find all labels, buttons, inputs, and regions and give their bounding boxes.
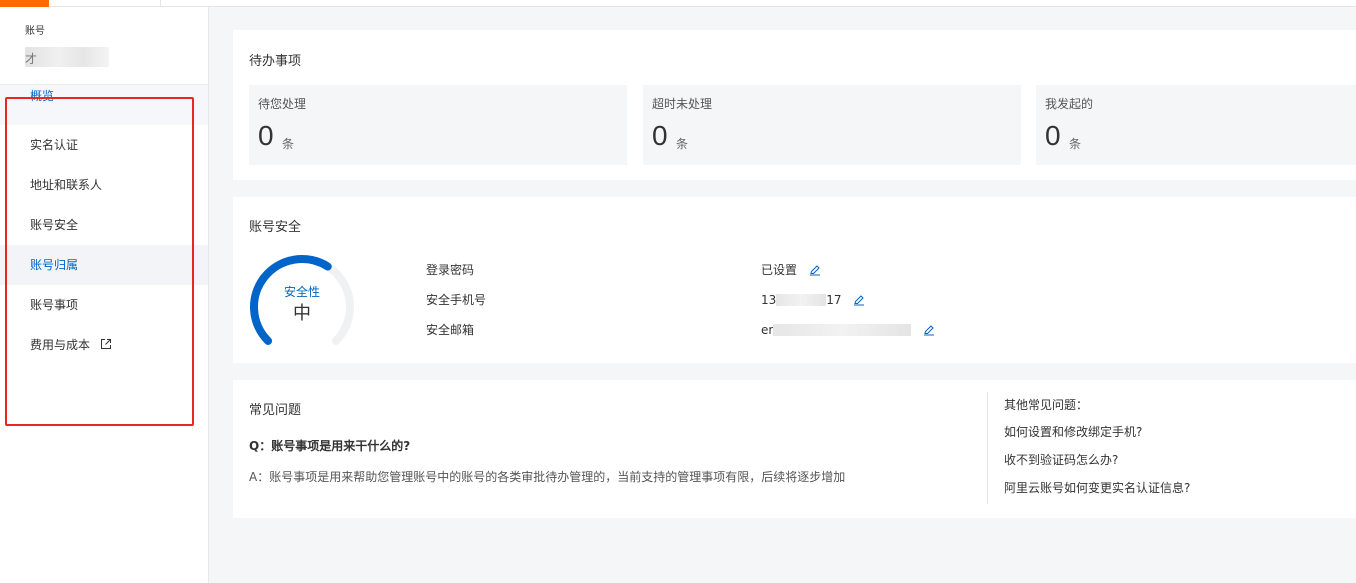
external-link-icon bbox=[100, 339, 111, 349]
stat-label: 待您处理 bbox=[258, 97, 307, 111]
sidebar-item-label: 账号归属 bbox=[30, 258, 79, 272]
email-value-start: er bbox=[761, 323, 774, 337]
sidebar-item-label: 实名认证 bbox=[30, 138, 79, 152]
sidebar-item-label: 概览 bbox=[30, 89, 55, 103]
stat-initiated[interactable]: 我发起的 0 条 bbox=[1036, 85, 1356, 165]
gauge-label: 安全性 bbox=[283, 285, 320, 299]
phone-value-end: 17 bbox=[826, 293, 842, 307]
faq-card: 常见问题 Q：账号事项是用来干什么的? A：账号事项是用来帮助您管理账号中的账号… bbox=[233, 380, 1356, 518]
todo-card: 待办事项 待您处理 0 条 超时未处理 0 条 我发起的 0 条 bbox=[233, 30, 1356, 180]
sidebar-item-label: 费用与成本 bbox=[30, 338, 91, 352]
sidebar-item-overview[interactable]: 概览 bbox=[0, 85, 208, 125]
account-label: 账号 bbox=[25, 26, 45, 37]
sidebar-item-account-matters[interactable]: 账号事项 bbox=[0, 285, 208, 325]
brand-accent-bar[interactable] bbox=[0, 0, 49, 7]
faq-answer: A：账号事项是用来帮助您管理账号中的账号的各类审批待办管理的，当前支持的管理事项… bbox=[249, 470, 846, 484]
sidebar-item-label: 账号安全 bbox=[30, 218, 79, 232]
stat-pending[interactable]: 待您处理 0 条 bbox=[249, 85, 627, 165]
gauge-level: 中 bbox=[293, 303, 311, 324]
phone-redacted bbox=[776, 294, 827, 306]
phone-status: 13 17 bbox=[761, 290, 865, 310]
stat-label: 超时未处理 bbox=[652, 97, 713, 111]
edit-password-icon[interactable] bbox=[809, 264, 821, 276]
email-status: er bbox=[761, 320, 935, 340]
faq-link-change-realname[interactable]: 阿里云账号如何变更实名认证信息? bbox=[1004, 479, 1190, 496]
stat-overdue[interactable]: 超时未处理 0 条 bbox=[643, 85, 1021, 165]
security-title: 账号安全 bbox=[249, 220, 302, 235]
stat-unit: 条 bbox=[282, 137, 295, 151]
security-row-label: 登录密码 bbox=[426, 263, 475, 277]
other-faq-title: 其他常见问题： bbox=[1004, 398, 1089, 412]
password-status: 已设置 bbox=[761, 260, 821, 280]
security-card: 账号安全 安全性 中 登录密码 安全手机号 安全邮箱 已设置 13 17 er bbox=[233, 197, 1356, 363]
account-name-redacted bbox=[25, 47, 109, 67]
stat-label: 我发起的 bbox=[1045, 97, 1094, 111]
edit-email-icon[interactable] bbox=[923, 324, 935, 336]
stat-unit: 条 bbox=[676, 137, 689, 151]
faq-link-no-code[interactable]: 收不到验证码怎么办? bbox=[1004, 451, 1118, 468]
stat-unit: 条 bbox=[1069, 137, 1082, 151]
todo-title: 待办事项 bbox=[249, 54, 302, 69]
password-value: 已设置 bbox=[761, 263, 798, 277]
sidebar-item-account-security[interactable]: 账号安全 bbox=[0, 205, 208, 245]
security-row-label: 安全手机号 bbox=[426, 293, 487, 307]
sidebar-item-address-contacts[interactable]: 地址和联系人 bbox=[0, 165, 208, 205]
top-navigation-bar bbox=[0, 0, 1356, 7]
account-name-prefix: 才 bbox=[25, 52, 38, 66]
faq-title: 常见问题 bbox=[249, 403, 302, 418]
stat-value: 0 bbox=[258, 120, 274, 151]
faq-link-bind-phone[interactable]: 如何设置和修改绑定手机? bbox=[1004, 423, 1142, 440]
sidebar-menu: 概览 实名认证 地址和联系人 账号安全 账号归属 账号事项 费用与成本 bbox=[0, 85, 208, 365]
security-row-label: 安全邮箱 bbox=[426, 323, 475, 337]
sidebar-item-account-ownership[interactable]: 账号归属 bbox=[0, 245, 208, 285]
sidebar-item-label: 地址和联系人 bbox=[30, 178, 103, 192]
sidebar-item-cost[interactable]: 费用与成本 bbox=[0, 325, 208, 365]
sidebar-item-realname[interactable]: 实名认证 bbox=[0, 125, 208, 165]
sidebar-item-label: 账号事项 bbox=[30, 298, 79, 312]
faq-question: Q：账号事项是用来干什么的? bbox=[249, 439, 411, 453]
phone-value-start: 13 bbox=[761, 293, 777, 307]
sidebar: 账号 才 概览 实名认证 地址和联系人 账号安全 账号归属 账号事项 费用与成本 bbox=[0, 7, 209, 583]
stat-value: 0 bbox=[1045, 120, 1061, 151]
stat-value: 0 bbox=[652, 120, 668, 151]
email-redacted bbox=[773, 324, 912, 336]
edit-phone-icon[interactable] bbox=[853, 294, 865, 306]
faq-divider bbox=[987, 392, 988, 504]
topbar-divider bbox=[160, 0, 161, 7]
